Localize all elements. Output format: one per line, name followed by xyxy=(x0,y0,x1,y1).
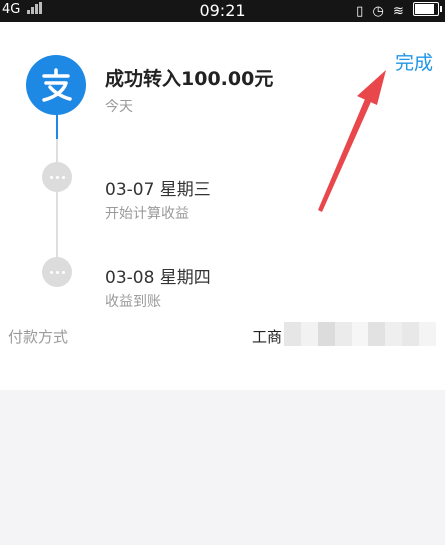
annotation-arrow xyxy=(318,70,386,212)
